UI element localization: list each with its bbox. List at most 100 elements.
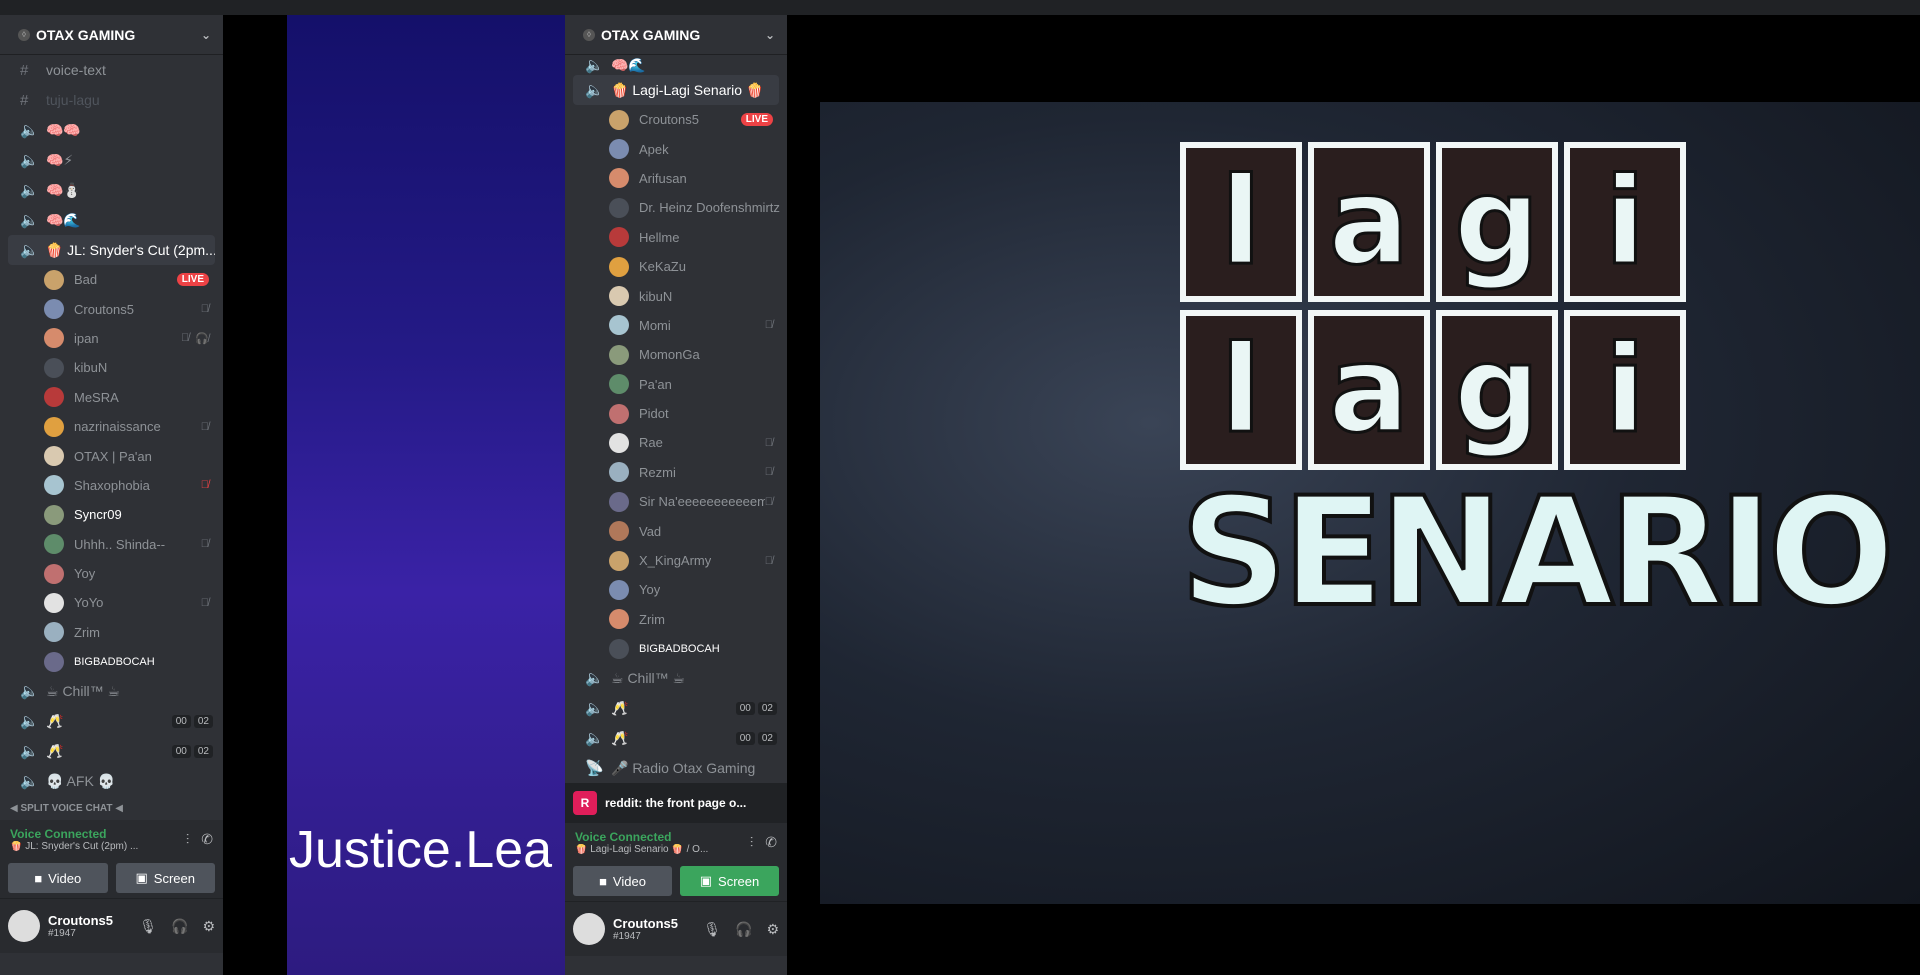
microphone-icon[interactable]: 🎙 xyxy=(703,921,721,938)
voice-member[interactable]: kibuN xyxy=(565,281,787,310)
channel-voice[interactable]: 🔈 🧠🧠 xyxy=(0,115,223,145)
avatar[interactable] xyxy=(44,534,64,555)
user-info[interactable]: Croutons5 #1947 xyxy=(48,913,113,939)
avatar[interactable] xyxy=(609,256,629,277)
avatar[interactable] xyxy=(609,315,629,336)
user-avatar[interactable] xyxy=(573,913,605,946)
channel-voice[interactable]: 🔈 🧠⚡ xyxy=(0,145,223,175)
avatar[interactable] xyxy=(609,227,629,248)
channel-voice[interactable]: 🔈 ☕ Chill™ ☕ xyxy=(565,663,787,693)
noise-suppression-icon[interactable]: ⫶ xyxy=(750,834,754,851)
voice-member[interactable]: Sir Na'eeeeeeeeeeem 🎙̸ xyxy=(565,487,787,516)
voice-member[interactable]: Pa'an xyxy=(565,370,787,399)
avatar[interactable] xyxy=(609,374,629,395)
channel-voice[interactable]: 🔈 ☕ Chill™ ☕ xyxy=(0,676,223,706)
voice-member[interactable]: Momi 🎙̸ xyxy=(565,311,787,340)
headphones-icon[interactable]: 🎧 xyxy=(735,921,752,938)
avatar[interactable] xyxy=(44,269,64,290)
category-header[interactable]: ◀ SPLIT VOICE CHAT ◀ xyxy=(0,796,223,820)
voice-info[interactable]: Voice Connected 🍿 JL: Snyder's Cut (2pm) … xyxy=(10,827,138,852)
avatar[interactable] xyxy=(609,109,629,130)
avatar[interactable] xyxy=(44,387,64,408)
stream-view-justice-league[interactable]: Justice.Lea xyxy=(287,15,565,975)
voice-member[interactable]: BIGBADBOCAH xyxy=(565,634,787,663)
voice-member[interactable]: Uhhh.. Shinda-- 🎙̸ xyxy=(0,530,223,559)
avatar[interactable] xyxy=(609,491,629,512)
voice-member[interactable]: Bad LIVE xyxy=(0,265,223,294)
channel-voice[interactable]: 🔈 🧠🌊 xyxy=(0,205,223,235)
voice-member[interactable]: Shaxophobia 🎙̸ xyxy=(0,471,223,500)
channel-voice[interactable]: 🔈 💀 AFK 💀 xyxy=(0,766,223,796)
voice-member[interactable]: YoYo 🎙̸ xyxy=(0,588,223,617)
voice-member[interactable]: kibuN xyxy=(0,353,223,382)
voice-member[interactable]: Apek xyxy=(565,134,787,163)
channel-voice-active[interactable]: 🔈 🍿 JL: Snyder's Cut (2pm... xyxy=(8,235,215,265)
screen-button[interactable]: ▣ Screen xyxy=(115,863,215,894)
channel-voice[interactable]: 🔈 🥂 00 02 xyxy=(565,693,787,723)
chevron-down-icon[interactable]: ⌄ xyxy=(765,28,775,42)
avatar[interactable] xyxy=(609,432,629,453)
avatar[interactable] xyxy=(609,403,629,424)
voice-member[interactable]: Yoy xyxy=(565,575,787,604)
channel-voice[interactable]: 🔈 🧠🌊 xyxy=(565,55,787,75)
voice-member[interactable]: OTAX | Pa'an xyxy=(0,441,223,470)
avatar[interactable] xyxy=(44,475,64,496)
avatar[interactable] xyxy=(609,521,629,542)
voice-member[interactable]: Dr. Heinz Doofenshmirtz xyxy=(565,193,787,222)
voice-member[interactable]: Zrim xyxy=(565,605,787,634)
avatar[interactable] xyxy=(44,416,64,437)
activity-bar[interactable]: Rreddit: the front page o... xyxy=(565,783,787,824)
avatar[interactable] xyxy=(44,504,64,525)
headphones-icon[interactable]: 🎧 xyxy=(171,918,188,935)
voice-info[interactable]: Voice Connected 🍿 Lagi-Lagi Senario 🍿 / O… xyxy=(575,830,708,855)
avatar[interactable] xyxy=(609,550,629,571)
voice-member[interactable]: Rezmi 🎙̸ xyxy=(565,458,787,487)
microphone-icon[interactable]: 🎙 xyxy=(139,918,157,935)
channel-text[interactable]: # tuju-lagu xyxy=(0,85,223,115)
video-button[interactable]: ■ Video xyxy=(573,866,672,897)
avatar[interactable] xyxy=(44,563,64,584)
voice-member[interactable]: Arifusan xyxy=(565,164,787,193)
user-info[interactable]: Croutons5 #1947 xyxy=(613,916,678,942)
avatar[interactable] xyxy=(44,651,64,672)
avatar[interactable] xyxy=(44,299,64,320)
server-header[interactable]: ◊ OTAX GAMING ⌄ xyxy=(565,15,787,55)
voice-member[interactable]: Croutons5 🎙̸ xyxy=(0,294,223,323)
voice-member[interactable]: Syncr09 xyxy=(0,500,223,529)
avatar[interactable] xyxy=(609,344,629,365)
noise-suppression-icon[interactable]: ⫶ xyxy=(186,831,190,848)
avatar[interactable] xyxy=(609,462,629,483)
voice-member[interactable]: Yoy xyxy=(0,559,223,588)
gear-icon[interactable]: ⚙ xyxy=(202,918,215,935)
channel-text[interactable]: # voice-text xyxy=(0,55,223,85)
channel-voice-active[interactable]: 🔈 🍿 Lagi-Lagi Senario 🍿 xyxy=(573,75,779,105)
disconnect-icon[interactable]: ✆ xyxy=(765,834,777,851)
avatar[interactable] xyxy=(609,168,629,189)
screen-button[interactable]: ▣ Screen xyxy=(680,866,779,897)
channel-voice[interactable]: 📡 🎤 Radio Otax Gaming xyxy=(565,753,787,783)
server-header[interactable]: ◊ OTAX GAMING ⌄ xyxy=(0,15,223,55)
stream-view-lagi-lagi-senario[interactable]: lagi lagi SENARIO xyxy=(820,102,1920,904)
avatar[interactable] xyxy=(44,592,64,613)
voice-member[interactable]: Pidot xyxy=(565,399,787,428)
avatar[interactable] xyxy=(609,579,629,600)
avatar[interactable] xyxy=(44,357,64,378)
avatar[interactable] xyxy=(44,622,64,643)
avatar[interactable] xyxy=(609,609,629,630)
avatar[interactable] xyxy=(609,139,629,160)
avatar[interactable] xyxy=(44,328,64,349)
voice-member[interactable]: X_KingArmy 🎙̸ xyxy=(565,546,787,575)
voice-member[interactable]: Vad xyxy=(565,516,787,545)
gear-icon[interactable]: ⚙ xyxy=(766,921,779,938)
voice-member[interactable]: ipan 🎙̸ 🎧̸ xyxy=(0,324,223,353)
voice-member[interactable]: Rae 🎙̸ xyxy=(565,428,787,457)
avatar[interactable] xyxy=(609,286,629,307)
voice-member[interactable]: MomonGa xyxy=(565,340,787,369)
voice-member[interactable]: MeSRA xyxy=(0,383,223,412)
video-button[interactable]: ■ Video xyxy=(8,863,108,894)
avatar[interactable] xyxy=(44,446,64,467)
channel-voice[interactable]: 🔈 🥂 00 02 xyxy=(565,723,787,753)
avatar[interactable] xyxy=(609,197,629,218)
voice-member[interactable]: Hellme xyxy=(565,223,787,252)
chevron-down-icon[interactable]: ⌄ xyxy=(201,28,211,42)
